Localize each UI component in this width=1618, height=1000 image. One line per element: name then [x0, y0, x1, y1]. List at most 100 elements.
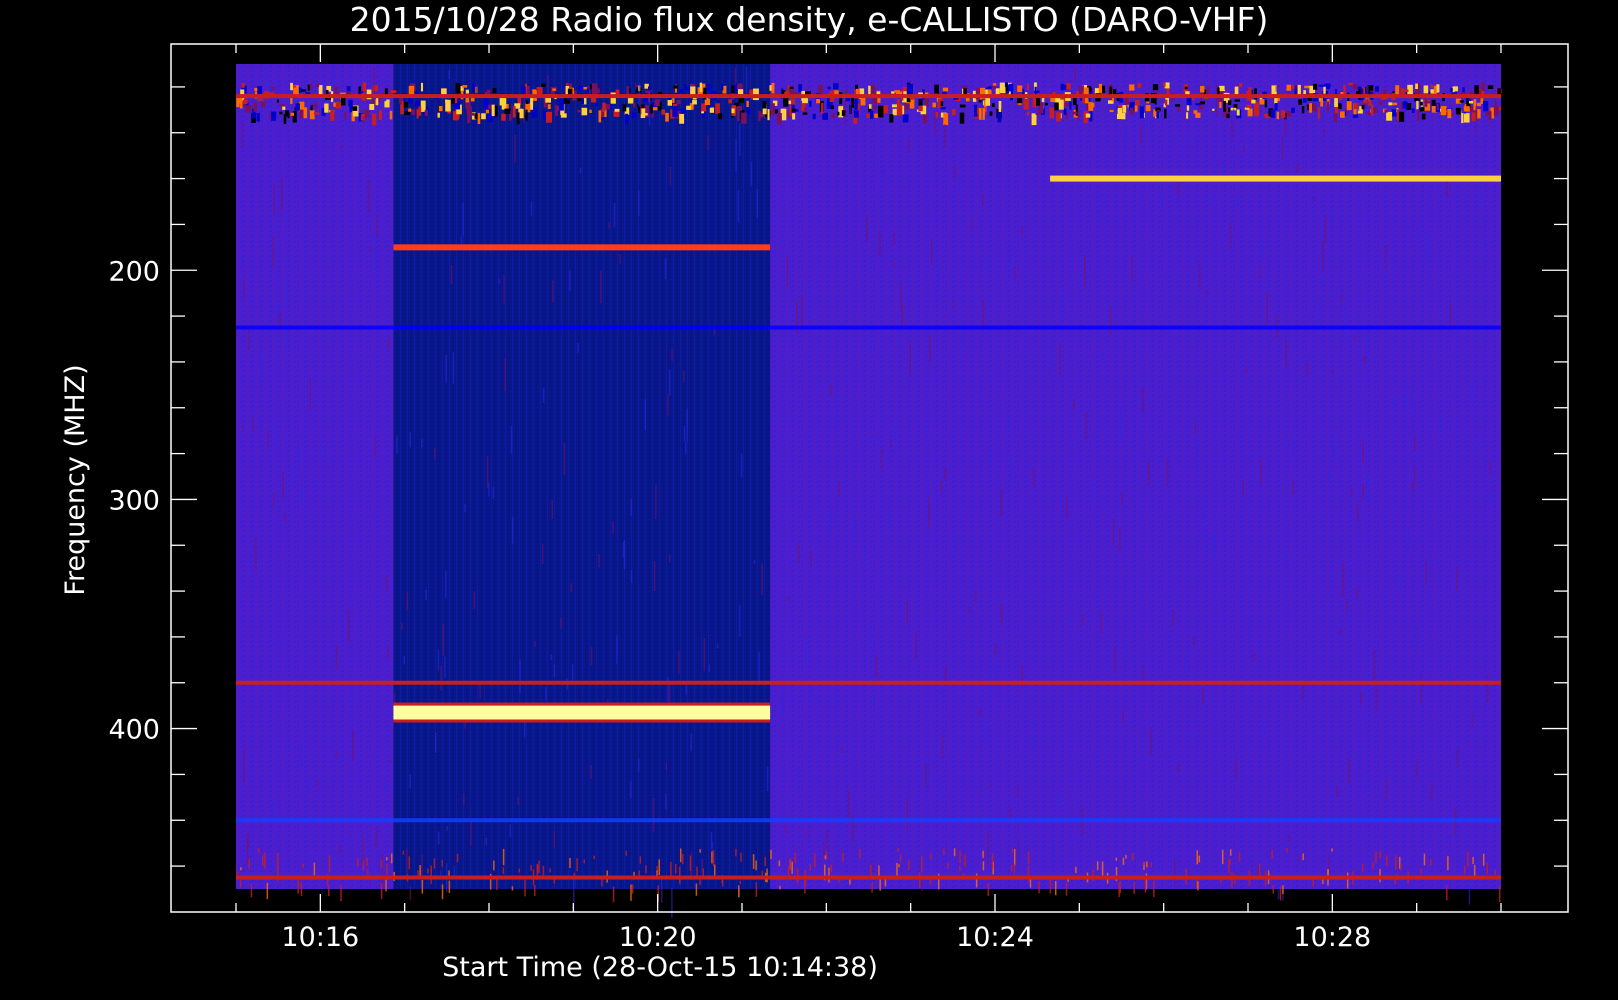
speckle-mark — [758, 110, 761, 122]
speckle-mark — [661, 879, 663, 903]
speckle-mark — [901, 302, 904, 328]
y-axis-label: Frequency (MHZ) — [60, 364, 91, 595]
speckle-mark — [883, 169, 886, 179]
speckle-mark — [437, 831, 440, 845]
speckle-mark — [1272, 885, 1274, 894]
speckle-mark — [985, 98, 991, 106]
speckle-mark — [1236, 196, 1238, 208]
speckle-mark — [1125, 643, 1127, 658]
speckle-mark — [462, 85, 468, 88]
speckle-mark — [450, 265, 453, 285]
speckle-mark — [954, 533, 957, 556]
speckle-mark — [1229, 222, 1232, 249]
speckle-mark — [1092, 102, 1095, 108]
speckle-mark — [1101, 861, 1104, 878]
speckle-mark — [880, 448, 883, 472]
speckle-mark — [433, 858, 436, 869]
speckle-mark — [1008, 416, 1011, 433]
speckle-mark — [493, 860, 495, 871]
speckle-mark — [959, 112, 965, 124]
speckle-mark — [389, 759, 391, 764]
speckle-mark — [390, 853, 393, 864]
speckle-mark — [987, 831, 989, 865]
speckle-mark — [319, 441, 322, 456]
speckle-mark — [699, 849, 701, 853]
speckle-mark — [741, 112, 747, 124]
speckle-mark — [1023, 98, 1030, 110]
speckle-mark — [930, 853, 932, 860]
speckle-mark — [425, 589, 427, 601]
speckle-mark — [906, 600, 908, 623]
speckle-mark — [845, 89, 848, 95]
speckle-mark — [1356, 588, 1358, 598]
speckle-mark — [1186, 112, 1189, 119]
speckle-mark — [271, 800, 273, 813]
speckle-mark — [1157, 844, 1160, 873]
speckle-mark — [1125, 125, 1127, 153]
speckle-mark — [1027, 851, 1030, 864]
speckle-mark — [1312, 102, 1317, 112]
speckle-mark — [1480, 84, 1485, 89]
speckle-mark — [953, 164, 956, 180]
speckle-mark — [665, 112, 669, 122]
speckle-mark — [344, 111, 347, 121]
speckle-mark — [491, 104, 495, 117]
speckle-mark — [631, 884, 634, 894]
speckle-mark — [640, 96, 642, 115]
speckle-mark — [374, 247, 377, 280]
speckle-mark — [1122, 105, 1127, 113]
speckle-mark — [784, 91, 790, 95]
speckle-mark — [1375, 688, 1378, 710]
speckle-mark — [589, 109, 592, 113]
speckle-mark — [396, 435, 398, 454]
speckle-mark — [925, 763, 927, 789]
speckle-mark — [1060, 83, 1065, 91]
speckle-mark — [1049, 107, 1055, 119]
chart-title: 2015/10/28 Radio flux density, e-CALLIST… — [350, 0, 1269, 39]
speckle-mark — [739, 123, 741, 156]
speckle-mark — [366, 869, 369, 875]
speckle-mark — [918, 105, 923, 112]
speckle-mark — [363, 116, 365, 125]
speckle-mark — [1407, 533, 1409, 552]
speckle-mark — [766, 766, 769, 792]
speckle-mark — [679, 848, 682, 863]
calibration-segment — [393, 64, 771, 889]
speckle-mark — [652, 797, 655, 832]
speckle-mark — [272, 236, 274, 267]
speckle-mark — [645, 865, 647, 874]
speckle-mark — [345, 839, 347, 851]
speckle-mark — [984, 720, 987, 746]
speckle-mark — [1195, 103, 1201, 106]
speckle-mark — [1228, 100, 1232, 106]
speckle-mark — [613, 111, 620, 117]
speckle-mark — [713, 864, 716, 876]
speckle-mark — [1084, 255, 1086, 287]
speckle-mark — [755, 882, 758, 897]
speckle-mark — [959, 104, 966, 108]
speckle-mark — [963, 780, 965, 787]
x-tick-label: 10:20 — [619, 922, 697, 953]
speckle-mark — [1474, 85, 1479, 95]
speckle-mark — [952, 300, 955, 310]
speckle-mark — [921, 878, 923, 891]
speckle-mark — [683, 370, 685, 382]
speckle-mark — [1121, 492, 1123, 505]
speckle-mark — [333, 64, 335, 89]
speckle-mark — [1267, 280, 1269, 293]
speckle-mark — [831, 113, 836, 119]
speckle-mark — [896, 862, 898, 878]
speckle-mark — [902, 114, 909, 123]
speckle-mark — [1021, 664, 1024, 689]
speckle-mark — [1455, 107, 1461, 115]
speckle-mark — [943, 113, 949, 126]
speckle-mark — [299, 109, 304, 119]
speckle-mark — [906, 797, 908, 830]
speckle-mark — [456, 853, 459, 863]
speckle-mark — [695, 883, 698, 896]
speckle-mark — [810, 283, 813, 317]
speckle-mark — [1195, 112, 1201, 118]
speckle-mark — [511, 886, 514, 891]
speckle-mark — [930, 238, 933, 266]
speckle-mark — [1420, 101, 1423, 106]
